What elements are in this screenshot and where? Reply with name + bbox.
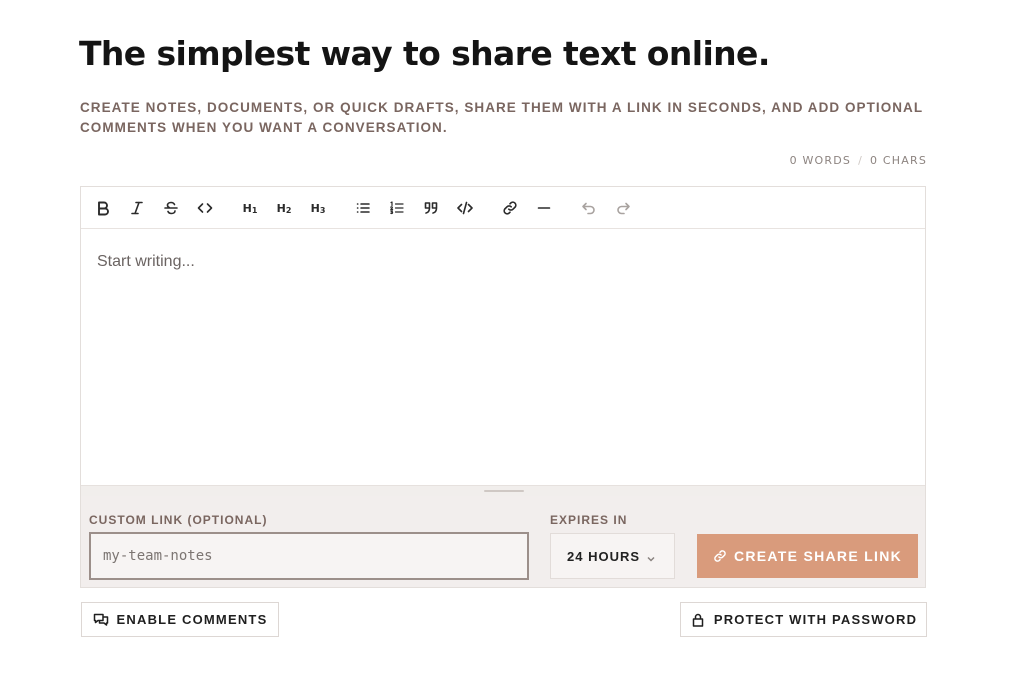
undo-icon	[582, 202, 595, 215]
chevron-down-icon	[646, 552, 656, 562]
editor-toolbar: H1 H2 H3	[81, 187, 925, 229]
inline-code-button[interactable]	[193, 196, 217, 220]
ordered-list-button[interactable]	[385, 196, 409, 220]
code-block-icon	[457, 201, 473, 215]
heading-1-button[interactable]: H1	[238, 196, 262, 220]
ordered-list-icon	[390, 201, 404, 215]
protect-with-password-button[interactable]: PROTECT WITH PASSWORD	[680, 602, 927, 637]
create-share-link-button[interactable]: CREATE SHARE LINK	[697, 534, 918, 578]
link-icon	[503, 201, 517, 215]
heading-3-icon: H3	[310, 201, 326, 215]
resize-grip-handle[interactable]	[484, 490, 524, 492]
bold-icon	[98, 201, 109, 216]
italic-icon	[131, 201, 143, 215]
italic-button[interactable]	[125, 196, 149, 220]
bullet-list-icon	[356, 203, 370, 213]
comments-icon	[93, 613, 108, 626]
create-share-link-label: CREATE SHARE LINK	[733, 548, 903, 564]
counter-separator: /	[858, 154, 863, 167]
word-char-counter: 0 WORDS / 0 CHARS	[790, 154, 927, 167]
editor-content[interactable]: Start writing...	[81, 229, 925, 485]
enable-comments-label: ENABLE COMMENTS	[116, 612, 268, 627]
redo-button[interactable]	[611, 196, 635, 220]
page-title: The simplest way to share text online.	[79, 34, 770, 73]
custom-link-label: CUSTOM LINK (OPTIONAL)	[89, 513, 268, 527]
bullet-list-button[interactable]	[351, 196, 375, 220]
word-count: 0 WORDS	[789, 154, 852, 167]
redo-icon	[617, 202, 630, 215]
link-button[interactable]	[498, 196, 522, 220]
share-panel: CUSTOM LINK (OPTIONAL) EXPIRES IN 24 HOU…	[81, 496, 925, 587]
horizontal-rule-icon	[537, 207, 551, 209]
bold-button[interactable]	[91, 196, 115, 220]
blockquote-button[interactable]	[419, 196, 443, 220]
undo-button[interactable]	[577, 196, 601, 220]
page: The simplest way to share text online. C…	[0, 0, 1009, 691]
link-icon	[714, 550, 726, 562]
enable-comments-button[interactable]: ENABLE COMMENTS	[81, 602, 279, 637]
editor: H1 H2 H3 Start writing... CUSTOM LINK (O…	[80, 186, 926, 588]
protect-with-password-label: PROTECT WITH PASSWORD	[713, 612, 918, 627]
heading-3-button[interactable]: H3	[306, 196, 330, 220]
heading-1-icon: H1	[242, 201, 258, 215]
expires-label: EXPIRES IN	[550, 513, 628, 527]
char-count: 0 CHARS	[870, 154, 927, 167]
code-block-button[interactable]	[453, 196, 477, 220]
editor-resize-bar[interactable]	[81, 485, 925, 496]
blockquote-icon	[424, 202, 438, 214]
expires-select[interactable]: 24 HOURS	[550, 533, 675, 579]
expires-value: 24 HOURS	[567, 548, 641, 564]
heading-2-icon: H2	[276, 201, 292, 215]
custom-link-input[interactable]	[89, 532, 529, 580]
heading-2-button[interactable]: H2	[272, 196, 296, 220]
strikethrough-button[interactable]	[159, 196, 183, 220]
horizontal-rule-button[interactable]	[532, 196, 556, 220]
strikethrough-icon	[164, 201, 178, 215]
lock-icon	[692, 613, 704, 627]
page-subtitle: Create notes, documents, or quick drafts…	[80, 100, 923, 135]
editor-placeholder: Start writing...	[97, 253, 195, 270]
inline-code-icon	[197, 203, 213, 213]
